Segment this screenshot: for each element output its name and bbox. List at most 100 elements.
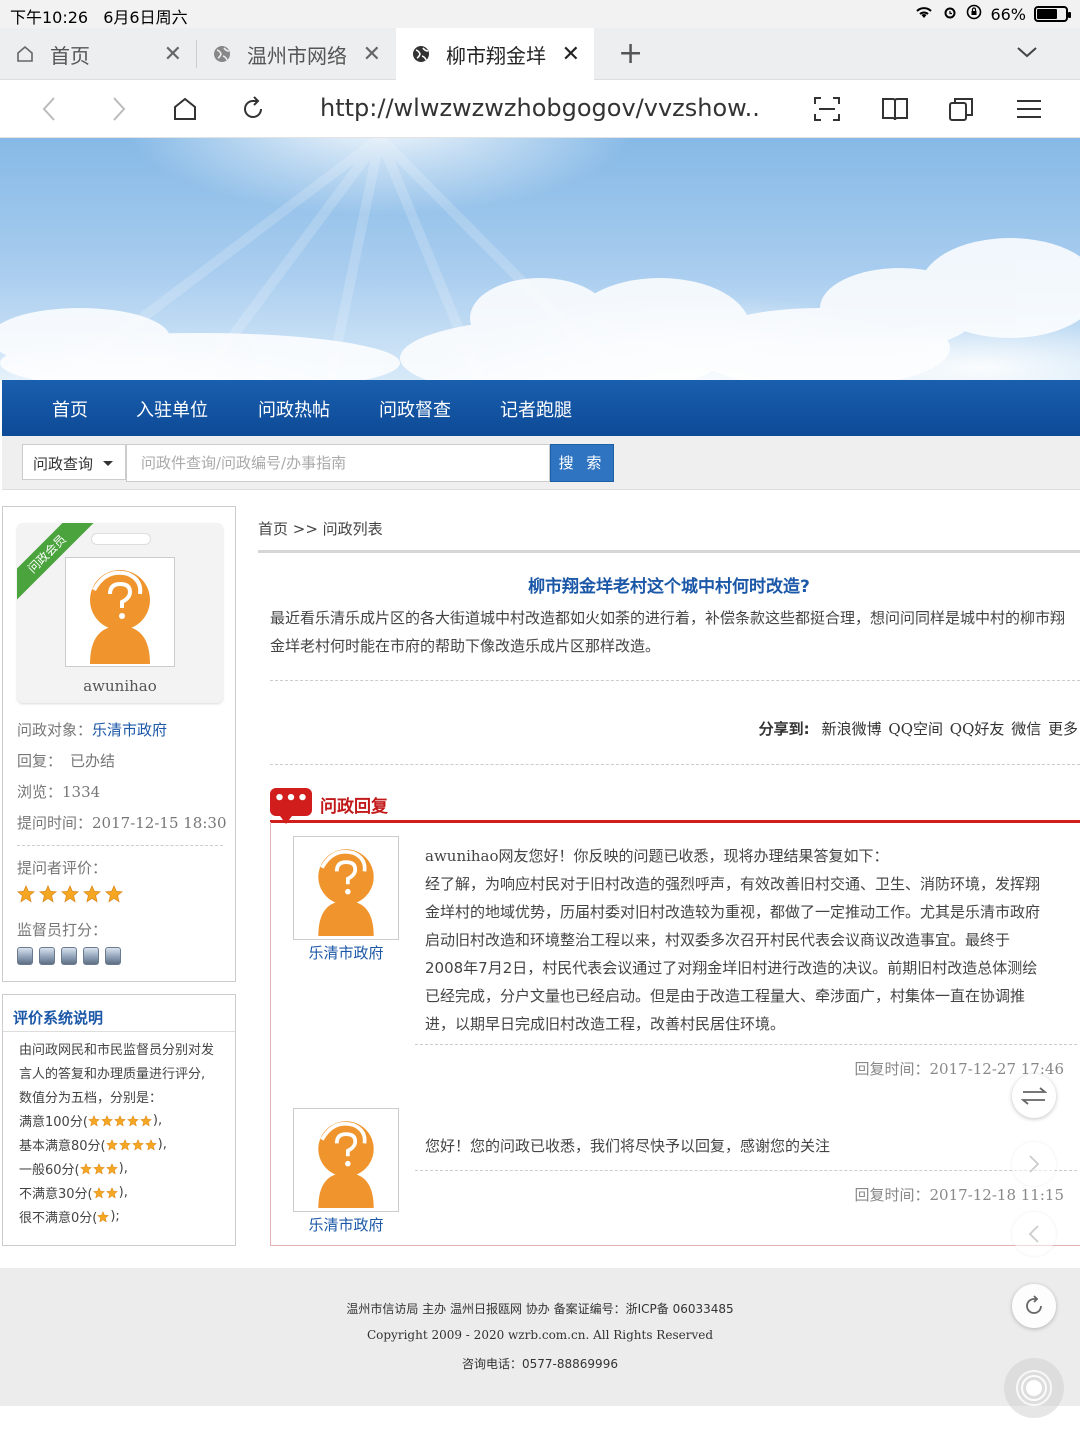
sky-banner xyxy=(0,138,1080,380)
question-body: 最近看乐清乐成片区的各大街道城中村改造都如火如荼的进行着，补偿条款这些都挺合理，… xyxy=(270,609,1066,655)
tabs-overview-icon[interactable] xyxy=(944,92,978,126)
rating-level: 不满意30分(), xyxy=(19,1185,128,1202)
user-avatar-icon xyxy=(90,570,150,664)
star-icon xyxy=(87,1114,100,1127)
caret-down-icon xyxy=(103,461,113,466)
star-icon xyxy=(92,1162,105,1175)
star-icon xyxy=(83,885,101,903)
url-field[interactable]: http://wlwzwzwzhobgogov/vvzshow... xyxy=(320,94,760,122)
nav-item-supervision[interactable]: 问政督查 xyxy=(379,396,451,422)
status-bar: 下午10:26 6月6日周六 66% xyxy=(0,0,1080,28)
star-icon xyxy=(105,1138,118,1151)
org-avatar-icon xyxy=(318,1121,374,1208)
replies-list: 乐清市政府 awunihao网友您好！你反映的问题已收悉，现将办理结果答复如下：… xyxy=(270,822,1080,1246)
star-icon xyxy=(126,1114,139,1127)
reader-mode-icon[interactable] xyxy=(878,92,912,126)
reply-text: awunihao网友您好！你反映的问题已收悉，现将办理结果答复如下： 经了解，为… xyxy=(425,847,1041,1033)
star-icon xyxy=(131,1138,144,1151)
submit-time-row: 提问时间：2017-12-15 18:30 xyxy=(17,814,227,832)
menu-icon[interactable] xyxy=(1012,92,1046,126)
score-cup-icon xyxy=(61,947,77,965)
close-icon[interactable]: ✕ xyxy=(164,42,182,67)
main-nav: 首页 入驻单位 问政热帖 问政督查 记者跑腿 xyxy=(2,380,1080,436)
user-info-panel: 问政会员 awunihao 问政对象：乐清市政府 回复： 已办结 浏览：1334 … xyxy=(2,506,236,982)
rotation-lock-icon xyxy=(966,4,982,24)
search-type-label: 问政查询 xyxy=(33,455,94,473)
home-icon xyxy=(14,43,36,65)
search-row: 问政查询 搜 索 xyxy=(2,436,1080,490)
search-input[interactable] xyxy=(126,444,550,482)
home-icon[interactable] xyxy=(168,92,202,126)
reload-icon[interactable] xyxy=(1012,1284,1056,1328)
close-icon[interactable]: ✕ xyxy=(363,42,381,67)
star-icon xyxy=(39,885,57,903)
score-cup-icon xyxy=(83,947,99,965)
forward-icon[interactable] xyxy=(102,92,136,126)
close-icon[interactable]: ✕ xyxy=(562,42,580,67)
star-icon xyxy=(79,1162,92,1175)
rating-level: 很不满意0分(); xyxy=(19,1209,120,1226)
supervisor-score xyxy=(17,947,121,965)
star-icon xyxy=(139,1114,152,1127)
score-cup-icon xyxy=(17,947,33,965)
star-icon xyxy=(100,1114,113,1127)
rating-level: 满意100分(), xyxy=(19,1113,163,1130)
new-tab-button[interactable]: + xyxy=(618,36,643,71)
wifi-icon xyxy=(914,4,934,24)
views-row: 浏览：1334 xyxy=(17,783,101,801)
nav-item-reporter[interactable]: 记者跑腿 xyxy=(500,396,572,422)
avatar xyxy=(293,1108,399,1212)
chevron-down-icon[interactable] xyxy=(1016,42,1038,63)
globe-icon xyxy=(410,43,432,65)
search-type-select[interactable]: 问政查询 xyxy=(22,444,126,480)
score-cup-icon xyxy=(105,947,121,965)
nav-item-hot[interactable]: 问政热帖 xyxy=(258,396,330,422)
score-cup-icon xyxy=(39,947,55,965)
share-wechat[interactable]: 微信 xyxy=(1011,720,1041,738)
user-card: 问政会员 awunihao xyxy=(17,523,223,703)
tab-title: 温州市网络 xyxy=(247,43,347,68)
question-title: 柳市翔金垟老村这个城中村何时改造? xyxy=(528,577,810,597)
share-qq-friend[interactable]: QQ好友 xyxy=(950,720,1005,738)
battery-percent: 66% xyxy=(990,4,1026,24)
assistive-touch-icon[interactable] xyxy=(1004,1358,1064,1418)
star-icon xyxy=(61,885,79,903)
address-bar: http://wlwzwzwzhobgogov/vvzshow... xyxy=(0,80,1080,138)
star-icon xyxy=(92,1186,105,1199)
footer-copyright: Copyright 2009 - 2020 wzrb.com.cn. All R… xyxy=(366,1328,714,1342)
tab-home[interactable]: 首页 ✕ xyxy=(0,28,196,80)
search-button[interactable]: 搜 索 xyxy=(550,444,614,482)
star-icon xyxy=(17,885,35,903)
status-date: 6月6日周六 xyxy=(103,8,188,27)
nav-item-units[interactable]: 入驻单位 xyxy=(136,396,208,422)
page-forward-icon[interactable] xyxy=(1012,1142,1056,1186)
star-icon xyxy=(105,1162,118,1175)
breadcrumb[interactable]: 首页 >> 问政列表 xyxy=(258,518,383,539)
browser-tab-bar: 首页 ✕ 温州市网络 ✕ 柳市翔金垟 ✕ + xyxy=(0,28,1080,80)
page-back-icon[interactable] xyxy=(1012,1212,1056,1256)
replies-header: ••• 问政回复 xyxy=(270,786,1080,824)
footer-organizers: 温州市信访局 主办 温州日报瓯网 协办 备案证编号：浙ICP备 06033485 xyxy=(346,1302,734,1316)
share-weibo[interactable]: 新浪微博 xyxy=(822,720,882,738)
share-more[interactable]: 更多 xyxy=(1048,720,1078,738)
rating-stars xyxy=(17,885,123,903)
nav-item-home[interactable]: 首页 xyxy=(52,396,88,422)
back-icon[interactable] xyxy=(32,92,66,126)
tab-wenzhou[interactable]: 温州市网络 ✕ xyxy=(197,28,395,80)
alarm-icon xyxy=(942,4,958,24)
share-label: 分享到: xyxy=(758,720,810,738)
reply-org[interactable]: 乐清市政府 xyxy=(293,1214,399,1235)
star-icon xyxy=(113,1114,126,1127)
share-qzone[interactable]: QQ空间 xyxy=(888,720,943,738)
star-icon xyxy=(144,1138,157,1151)
target-link[interactable]: 乐清市政府 xyxy=(92,721,167,739)
reply-org[interactable]: 乐清市政府 xyxy=(293,942,399,963)
rating-level: 基本满意80分(), xyxy=(19,1137,167,1154)
refresh-icon[interactable] xyxy=(236,92,270,126)
swap-icon[interactable] xyxy=(1012,1074,1056,1118)
tab-active[interactable]: 柳市翔金垟 ✕ xyxy=(396,28,594,80)
replies-title: 问政回复 xyxy=(320,797,388,817)
battery-icon xyxy=(1034,6,1071,22)
scan-icon[interactable] xyxy=(810,92,844,126)
supervisor-label: 监督员打分： xyxy=(17,921,108,939)
